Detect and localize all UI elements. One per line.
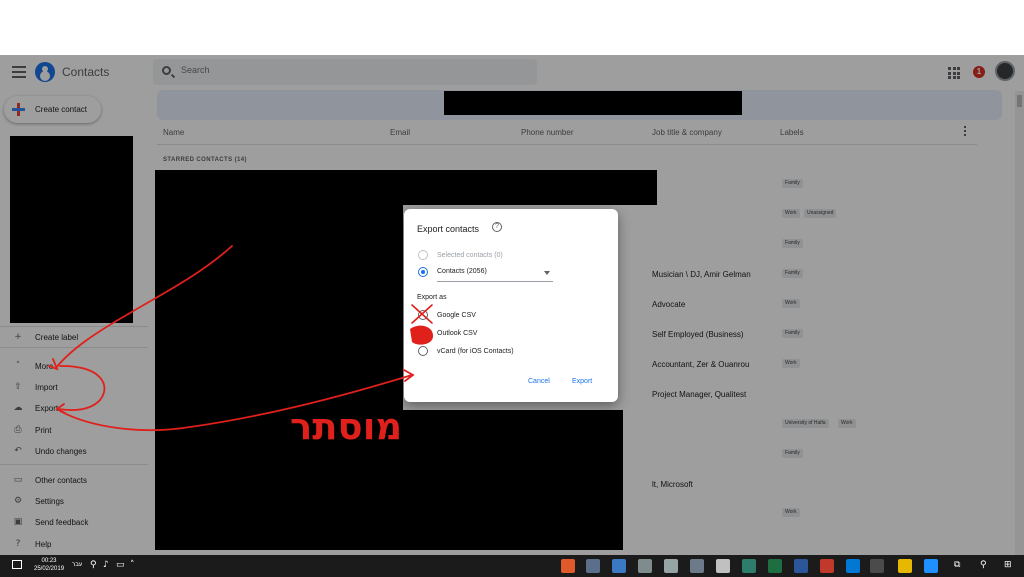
taskbar-app-icon[interactable]: [638, 559, 652, 573]
radio-selected-contacts[interactable]: [418, 250, 428, 260]
contacts-app: Contacts 1 Create contact + Create label…: [0, 55, 1024, 555]
language-indicator[interactable]: עבר: [72, 562, 82, 568]
taskbar-app-icon[interactable]: [586, 559, 600, 573]
format-google-csv: Google CSV: [437, 312, 476, 319]
chevron-up-icon[interactable]: ˄: [130, 560, 135, 570]
export-as-label: Export as: [417, 294, 447, 301]
export-button[interactable]: Export: [572, 378, 592, 385]
top-margin: [0, 0, 1024, 55]
dialog-title: Export contacts: [417, 224, 480, 234]
taskbar-app-icon[interactable]: [612, 559, 626, 573]
option-selected-contacts: Selected contacts (0): [437, 252, 503, 259]
format-vcard: vCard (for iOS Contacts): [437, 348, 514, 355]
chevron-down-icon[interactable]: [544, 271, 550, 275]
taskbar-app-icon[interactable]: [690, 559, 704, 573]
taskbar-app-icon[interactable]: [716, 559, 730, 573]
file-explorer-icon[interactable]: [898, 559, 912, 573]
edge-icon[interactable]: [924, 559, 938, 573]
word-icon[interactable]: [794, 559, 808, 573]
radio-vcard[interactable]: [418, 346, 428, 356]
action-center-icon[interactable]: [12, 560, 22, 569]
format-outlook-csv: Outlook CSV: [437, 330, 478, 337]
task-view-icon[interactable]: ⧉: [954, 560, 960, 570]
outlook-icon[interactable]: [846, 559, 860, 573]
volume-icon[interactable]: ♪: [103, 560, 109, 570]
windows-start-icon[interactable]: ⊞: [1004, 560, 1012, 570]
contacts-select[interactable]: Contacts (2056): [437, 268, 487, 275]
taskbar-app-icon[interactable]: [820, 559, 834, 573]
taskbar-clock[interactable]: 00:23 25/02/2019: [34, 557, 64, 573]
export-contacts-dialog: Export contacts ? Selected contacts (0) …: [404, 209, 618, 402]
windows-taskbar: 00:23 25/02/2019 עבר ⚲ ♪ ▭ ˄ ⧉ ⚲ ⊞: [0, 555, 1024, 577]
taskbar-app-icon[interactable]: [561, 559, 575, 573]
cancel-button[interactable]: Cancel: [528, 378, 550, 385]
taskbar-app-icon[interactable]: [664, 559, 678, 573]
radio-contacts[interactable]: [418, 267, 428, 277]
taskbar-date: 25/02/2019: [34, 566, 65, 572]
search-icon[interactable]: ⚲: [980, 560, 987, 570]
help-icon[interactable]: ?: [492, 222, 502, 232]
taskbar-time: 00:23: [41, 558, 57, 564]
network-icon[interactable]: ⚲: [90, 560, 97, 570]
chrome-icon[interactable]: [870, 559, 884, 573]
hidden-annotation-label: מוסתר: [290, 405, 403, 448]
radio-google-csv[interactable]: [418, 310, 428, 320]
excel-icon[interactable]: [768, 559, 782, 573]
select-underline: [437, 281, 553, 282]
radio-outlook-csv[interactable]: [418, 328, 428, 338]
display-icon[interactable]: ▭: [116, 560, 125, 570]
taskbar-app-icon[interactable]: [742, 559, 756, 573]
